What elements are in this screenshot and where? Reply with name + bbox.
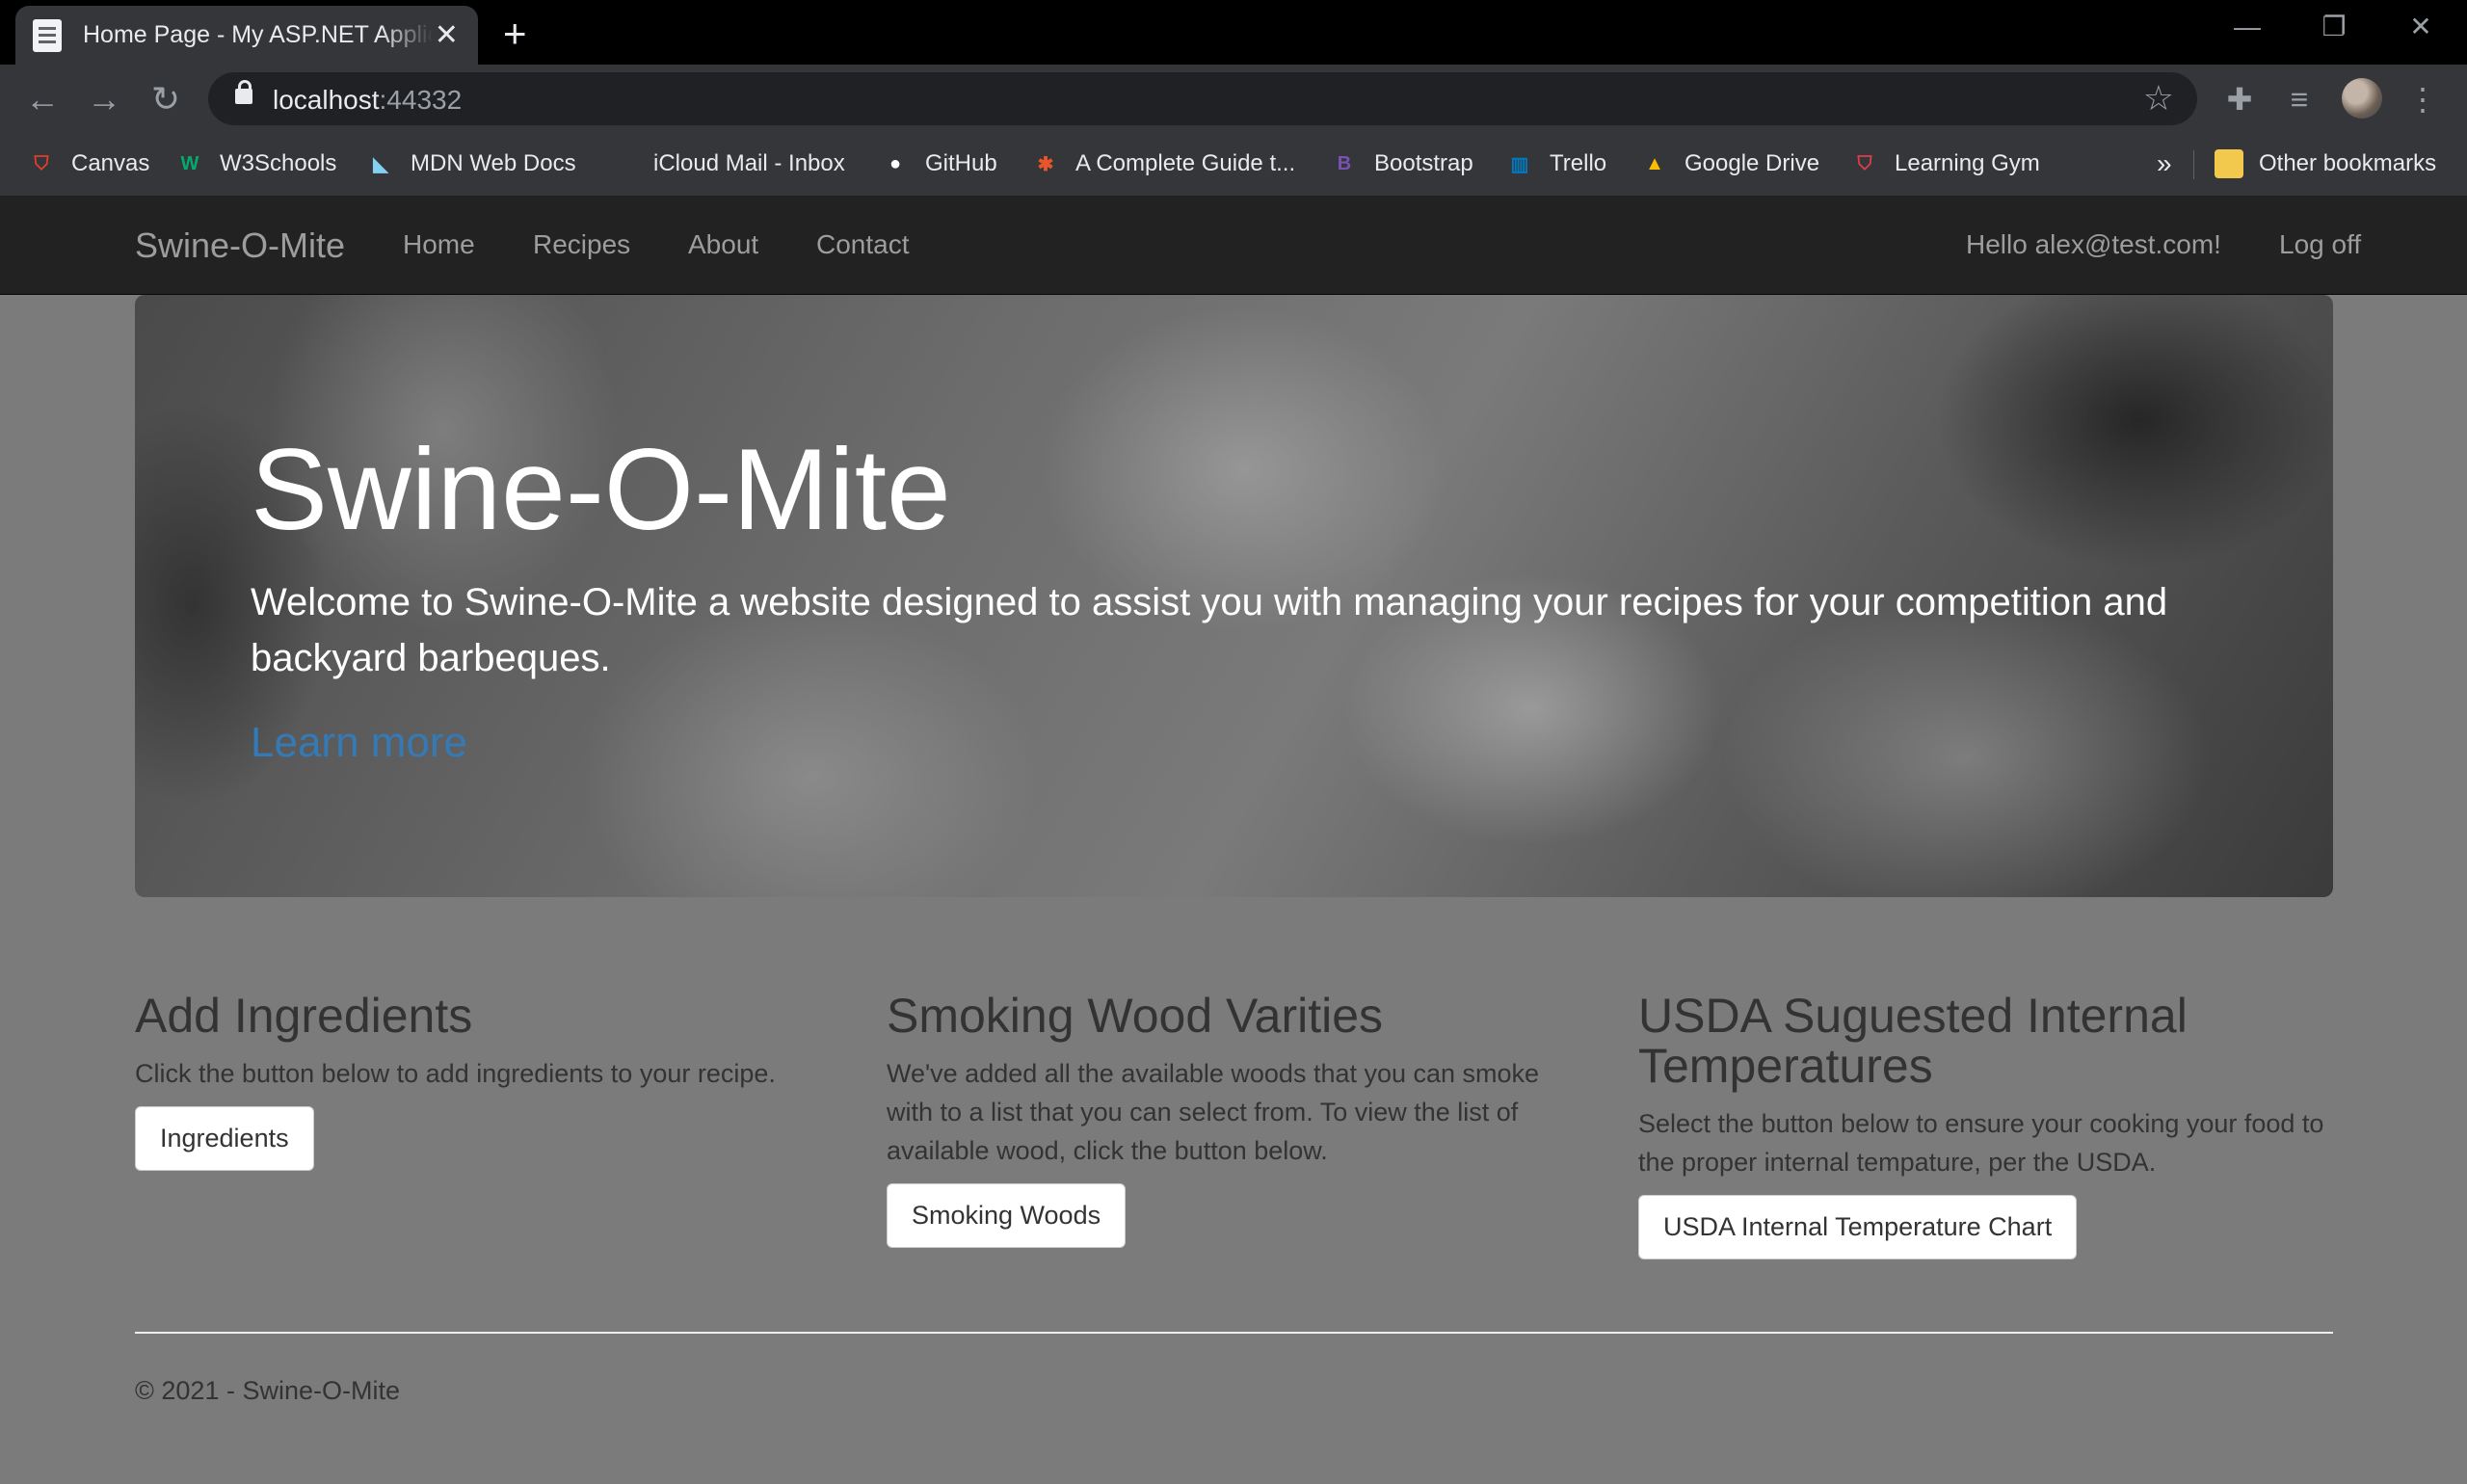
column-usda-temps: USDA Suguested Internal Temperatures Sel… [1638,991,2334,1259]
back-icon[interactable]: ← [21,78,64,120]
close-tab-icon[interactable]: ✕ [433,20,461,50]
google-drive-icon: ▲ [1645,152,1664,174]
other-bookmarks-label: Other bookmarks [2259,150,2437,176]
bootstrap-icon: B [1337,152,1352,174]
bookmark-item[interactable]: B Bootstrap [1330,145,1473,183]
menu-kebab-icon[interactable]: ⋮ [2401,78,2444,120]
hero-title: Swine-O-Mite [251,425,951,554]
url-text: localhost:44332 [273,85,463,115]
page-favicon-icon [33,18,62,52]
ingredients-button[interactable]: Ingredients [135,1106,314,1171]
restore-icon[interactable]: ❐ [2305,8,2363,46]
learn-more-link[interactable]: Learn more [251,719,467,767]
bookmarks-overflow-icon[interactable]: » [2157,145,2172,183]
bookmark-item[interactable]: ▲ Google Drive [1640,145,1819,183]
column-heading: Add Ingredients [135,989,473,1043]
bookmark-item[interactable]: ● GitHub [881,145,997,183]
bookmark-item[interactable]: ◣ MDN Web Docs [366,145,576,183]
column-text: Select the button below to ensure your c… [1638,1109,2324,1177]
learning-gym-icon: ⛉ [1857,152,1872,174]
column-text: We've added all the available woods that… [887,1059,1540,1165]
smoking-woods-button[interactable]: Smoking Woods [887,1183,1127,1248]
trello-icon: ▥ [1510,153,1529,175]
reload-icon[interactable]: ↻ [145,78,187,120]
footer-copyright: © 2021 - Swine-O-Mite [135,1376,400,1405]
bookmark-label: A Complete Guide t... [1075,150,1296,176]
github-icon: ● [889,152,902,174]
profile-avatar[interactable] [2342,78,2382,119]
forward-icon[interactable]: → [83,78,125,120]
bookmark-label: MDN Web Docs [411,150,576,176]
column-ingredients: Add Ingredients Click the button below t… [135,991,829,1171]
nav-contact[interactable]: Contact [816,229,910,260]
canvas-icon: ⛉ [34,152,49,174]
browser-tab[interactable]: Home Page - My ASP.NET Application ✕ [15,6,478,65]
bookmark-label: Canvas [71,150,150,176]
bookmarks-divider [2193,150,2194,179]
mdn-icon: ◣ [373,153,388,175]
bookmark-label: W3Schools [220,150,337,176]
bookmark-label: iCloud Mail - Inbox [653,150,845,176]
bookmark-label: Trello [1550,150,1607,176]
usda-chart-button[interactable]: USDA Internal Temperature Chart [1638,1195,2078,1259]
tab-title: Home Page - My ASP.NET Application [83,21,433,48]
browser-tab-strip: Home Page - My ASP.NET Application ✕ + —… [0,0,2467,65]
column-text: Click the button below to add ingredient… [135,1059,776,1088]
folder-icon [2215,149,2243,178]
media-control-icon[interactable]: ≡ [2278,78,2321,120]
bookmark-item[interactable]: W W3Schools [175,145,337,183]
bookmark-label: Google Drive [1684,150,1820,176]
hero-lead: Welcome to Swine-O-Mite a website design… [251,581,2168,679]
lock-icon [235,80,252,104]
css-tricks-icon: ✱ [1037,153,1054,175]
nav-about[interactable]: About [688,229,758,260]
site-brand[interactable]: Swine-O-Mite [135,225,345,266]
bookmark-item[interactable]: ▥ Trello [1505,145,1607,183]
user-greeting[interactable]: Hello alex@test.com! [1966,229,2221,260]
nav-recipes[interactable]: Recipes [533,229,630,260]
logoff-link[interactable]: Log off [2279,229,2361,260]
bookmark-item[interactable]: ⛉ Learning Gym [1850,145,2040,183]
extensions-icon[interactable]: ✚ [2218,78,2261,120]
column-heading: Smoking Wood Varities [887,989,1384,1043]
browser-toolbar: ← → ↻ localhost:44332 ☆ ✚ ≡ ⋮ [0,65,2467,133]
w3schools-icon: W [180,152,199,174]
hero-jumbotron: Swine-O-Mite Welcome to Swine-O-Mite a w… [135,295,2333,897]
bookmark-item[interactable]: ✱ A Complete Guide t... [1031,145,1296,183]
bookmark-label: GitHub [925,150,997,176]
column-heading: USDA Suguested Internal Temperatures [1638,989,2188,1093]
bookmark-label: Bootstrap [1374,150,1473,176]
apple-icon [609,149,638,178]
other-bookmarks[interactable]: Other bookmarks [2215,145,2436,183]
bookmark-item[interactable]: iCloud Mail - Inbox [609,145,845,183]
footer-divider [135,1332,2333,1334]
bookmark-label: Learning Gym [1895,150,2040,176]
close-window-icon[interactable]: ✕ [2392,8,2450,46]
site-navbar: Swine-O-Mite Home Recipes About Contact … [0,197,2467,295]
minimize-icon[interactable]: — [2218,8,2276,46]
column-smoking-woods: Smoking Wood Varities We've added all th… [887,991,1580,1248]
address-bar[interactable]: localhost:44332 ☆ [208,72,2197,125]
new-tab-icon[interactable]: + [503,13,527,54]
nav-home[interactable]: Home [403,229,475,260]
bookmark-item[interactable]: ⛉ Canvas [27,145,150,183]
bookmarks-bar: » Other bookmarks ⛉ Canvas W W3Schools ◣ MDN … [0,133,2467,197]
bookmark-star-icon[interactable]: ☆ [2143,78,2174,119]
